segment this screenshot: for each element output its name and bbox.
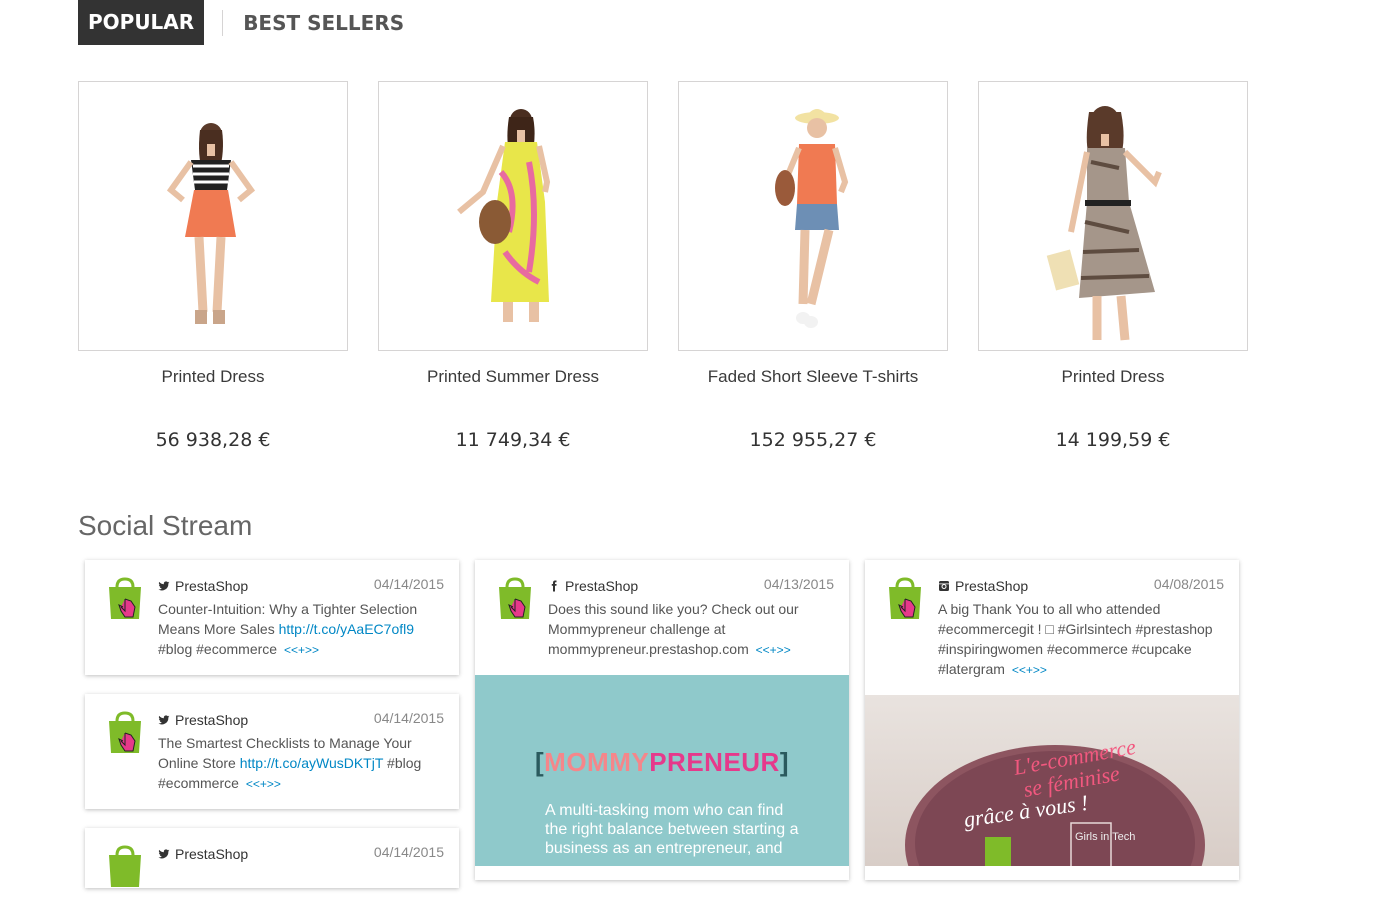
tab-divider — [222, 9, 224, 36]
social-post-card[interactable]: PrestaShop 04/14/2015 — [85, 828, 459, 888]
post-text: The Smartest Checklists to Manage Your O… — [158, 735, 422, 791]
read-more-link[interactable]: <<+>> — [246, 777, 281, 791]
product-card[interactable]: Printed Dress 56 938,28 € — [78, 81, 348, 451]
twitter-icon — [158, 581, 170, 591]
mommypreneur-text: A multi-tasking mom who can find the rig… — [545, 802, 799, 857]
product-name[interactable]: Printed Summer Dress — [378, 367, 648, 387]
post-link[interactable]: http://t.co/yAaEC7ofl9 — [279, 621, 414, 637]
product-price: 152 955,27 € — [749, 429, 877, 451]
product-name[interactable]: Printed Dress — [978, 367, 1248, 387]
product-image[interactable] — [378, 81, 648, 351]
prestashop-logo-icon — [499, 577, 531, 619]
mommypreneur-logo: [MOMMYPRENEUR] — [534, 747, 790, 777]
read-more-link[interactable]: <<+>> — [1012, 663, 1047, 677]
twitter-icon — [158, 849, 170, 859]
social-post-card[interactable]: PrestaShop 04/14/2015 The Smartest Check… — [85, 694, 459, 809]
product-tabs: Popular Best Sellers — [78, 0, 404, 45]
post-date: 04/14/2015 — [373, 576, 444, 592]
instagram-icon — [939, 581, 949, 591]
read-more-link[interactable]: <<+>> — [284, 643, 319, 657]
product-card[interactable]: Printed Summer Dress 11 749,34 € — [378, 81, 648, 451]
post-text: A big Thank You to all who attended #eco… — [938, 601, 1213, 677]
cake-logo-icon — [985, 837, 1011, 866]
prestashop-logo-icon — [109, 845, 141, 887]
read-more-link[interactable]: <<+>> — [756, 643, 791, 657]
product-price: 14 199,59 € — [1055, 429, 1171, 451]
post-link[interactable]: http://t.co/ayWusDKTjT — [240, 755, 383, 771]
post-image[interactable]: [MOMMYPRENEUR] A multi-tasking mom who c… — [475, 675, 849, 866]
product-card[interactable]: Printed Dress 14 199,59 € — [978, 81, 1248, 451]
prestashop-logo-icon — [889, 577, 921, 619]
product-image[interactable] — [78, 81, 348, 351]
product-price: 56 938,28 € — [155, 429, 271, 451]
post-image[interactable]: L'e-commerce se féminise grâce à vous ! … — [865, 695, 1239, 866]
post-date: 04/08/2015 — [1153, 576, 1224, 592]
post-author-name[interactable]: PrestaShop — [565, 578, 638, 594]
prestashop-logo-icon — [109, 711, 141, 753]
post-text: Counter-Intuition: Why a Tighter Selecti… — [158, 601, 418, 657]
product-card[interactable]: Faded Short Sleeve T-shirts 152 955,27 € — [678, 81, 948, 451]
social-post-card[interactable]: PrestaShop 04/14/2015 Counter-Intuition:… — [85, 560, 459, 675]
social-post-card[interactable]: PrestaShop 04/08/2015 A big Thank You to… — [865, 560, 1239, 880]
product-name[interactable]: Faded Short Sleeve T-shirts — [678, 367, 948, 387]
post-date: 04/13/2015 — [763, 576, 834, 592]
post-author-name[interactable]: PrestaShop — [175, 846, 248, 862]
post-author-name[interactable]: PrestaShop — [175, 712, 248, 728]
tab-popular[interactable]: Popular — [78, 0, 205, 45]
post-date: 04/14/2015 — [373, 844, 444, 860]
social-post-card[interactable]: PrestaShop 04/13/2015 Does this sound li… — [475, 560, 849, 880]
product-price: 11 749,34 € — [455, 429, 571, 451]
product-name[interactable]: Printed Dress — [78, 367, 348, 387]
post-text: Does this sound like you? Check out our … — [548, 601, 799, 657]
prestashop-logo-icon — [109, 577, 141, 619]
product-image[interactable] — [978, 81, 1248, 351]
girls-in-tech-text: Girls in Tech — [1075, 831, 1135, 843]
tab-best-sellers[interactable]: Best Sellers — [243, 11, 404, 35]
post-author-name[interactable]: PrestaShop — [955, 578, 1028, 594]
social-stream-title: Social Stream — [78, 510, 253, 541]
twitter-icon — [158, 715, 170, 725]
post-date: 04/14/2015 — [373, 710, 444, 726]
facebook-icon — [551, 580, 557, 592]
post-author-name[interactable]: PrestaShop — [175, 578, 248, 594]
product-image[interactable] — [678, 81, 948, 351]
